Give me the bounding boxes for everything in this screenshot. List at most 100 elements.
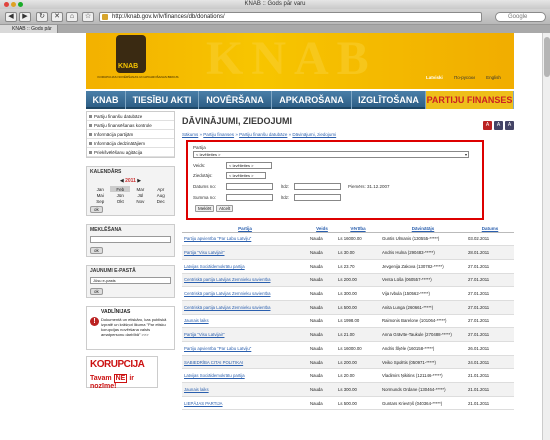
date-to-input[interactable] <box>294 183 341 190</box>
newsletter-ok-button[interactable]: ok <box>90 288 103 295</box>
type-cell: Nauda <box>308 382 336 397</box>
year-selector: ◀ 2011 ▶ <box>90 178 171 184</box>
month-cell[interactable]: Dec <box>151 198 171 204</box>
party-cell[interactable]: Jaunais laiks <box>182 314 308 329</box>
menu-apkarosana[interactable]: APKAROŠANA <box>272 91 352 109</box>
scrollbar[interactable] <box>542 33 550 440</box>
date-from-input[interactable] <box>226 183 273 190</box>
type-select[interactable]: < Izvēlieties > <box>226 162 272 169</box>
vadlinijas-text: Dokumentā un etiskāro, kas publiskā izpr… <box>101 317 167 337</box>
party-select[interactable]: < Izvēlieties > ▾ <box>193 151 469 158</box>
menu-partiju-finanses[interactable]: PARTIJU FINANSES <box>426 91 514 109</box>
value-cell: Ls 500.00 <box>336 300 380 315</box>
date-cell: 27.01.2011 <box>466 327 514 342</box>
reset-button[interactable]: Atcelt <box>216 205 234 212</box>
breadcrumb-item[interactable]: Dāvinājumi, ziedojumi <box>292 132 336 137</box>
minimize-icon[interactable] <box>11 2 16 7</box>
date-cell: 24.01.2011 <box>466 355 514 370</box>
lang-en[interactable]: English <box>486 75 501 80</box>
donor-cell: Andris Šķēle (160158-*****) <box>380 341 466 356</box>
browser-tab[interactable]: KNAB :: Gods pār varu <box>0 25 58 40</box>
title-bar: KNAB :: Gods pār varu <box>0 0 550 9</box>
vadlinijas-box[interactable]: ! VADLĪNIJAS Dokumentā un etiskāro, kas … <box>86 306 175 350</box>
reload-icon[interactable]: ↻ <box>36 12 48 22</box>
party-cell[interactable]: Centriskā partija Latvijas Zemnieku savi… <box>182 300 308 315</box>
stop-icon[interactable]: ✕ <box>51 12 63 22</box>
type-cell: Nauda <box>308 341 336 356</box>
site-logo[interactable]: KNAB KORUPCIJAS NOVĒRŠANAS UN APKAROŠANA… <box>90 35 186 83</box>
zoom-icon[interactable] <box>18 2 23 7</box>
font-large-button[interactable]: A <box>505 121 514 130</box>
forward-icon[interactable]: ▶ <box>19 12 31 22</box>
lang-lv[interactable]: Latviski <box>426 75 443 80</box>
type-cell: Nauda <box>308 368 336 384</box>
table-row: Jaunais laiks Nauda Ls 1998.00 Raimonis Bar… <box>182 314 514 329</box>
breadcrumb-item[interactable]: Partiju finanšu datubāze <box>239 132 287 137</box>
search-box: MEKLĒŠANA ok <box>86 224 175 257</box>
sidebar-item[interactable]: Partiju finansēšanas kontrole <box>87 121 174 130</box>
korupcija-banner[interactable]: KORUPCIJA Tavam NĒ ir nozīme! <box>86 356 158 390</box>
url-bar[interactable]: http://knab.gov.lv/lv/finances/db/donati… <box>99 12 482 22</box>
menu-knab[interactable]: KNAB <box>86 91 126 109</box>
party-cell[interactable]: Centriskā partija Latvijas Zemnieku savi… <box>182 273 308 288</box>
date-cell: 27.01.2011 <box>466 286 514 301</box>
party-cell[interactable]: Latvijas Sociāldemokrātu partija <box>182 368 308 384</box>
scrollbar-thumb[interactable] <box>544 37 550 77</box>
menu-noversana[interactable]: NOVĒRŠANA <box>199 91 272 109</box>
party-cell[interactable]: Partija "Visu Latvijai!" <box>182 245 308 260</box>
browser-window: KNAB :: Gods pār varu ◀ ▶ ↻ ✕ ⌂ ☆ http:/… <box>0 0 550 440</box>
site-search-input[interactable] <box>90 236 171 243</box>
sum-to-input[interactable] <box>294 194 341 201</box>
page-title: DĀVINĀJUMI, ZIEDOJUMI <box>182 116 293 126</box>
donor-cell: Anita Lunga (260661-*****) <box>380 300 466 315</box>
value-cell: Ls 300.00 <box>336 286 380 301</box>
font-medium-button[interactable]: A <box>494 121 503 130</box>
logo-subtitle: KORUPCIJAS NOVĒRŠANAS UN APKAROŠANAS BIR… <box>97 75 179 79</box>
search-button[interactable]: Meklēt <box>195 205 215 212</box>
sidebar-item[interactable]: Partiju finanšu datubāze <box>87 112 174 121</box>
breadcrumb-item[interactable]: Partiju finanses <box>203 132 234 137</box>
sidebar-item[interactable]: Informācija partijām <box>87 130 174 139</box>
page-viewport: KNAB KNAB KORUPCIJAS NOVĒRŠANAS UN APKAR… <box>0 33 550 440</box>
font-small-button[interactable]: A <box>483 121 492 130</box>
sum-to-label: līdz: <box>281 195 290 200</box>
month-cell[interactable]: Sep <box>90 198 110 204</box>
party-cell[interactable]: Centriskā partija Latvijas Zemnieku savi… <box>182 286 308 301</box>
sidebar-item[interactable]: Priekšvēlēšanu aģitācija <box>87 148 174 157</box>
menu-tiesibu-akti[interactable]: TIESĪBU AKTI <box>126 91 199 109</box>
month-cell[interactable]: Okt <box>110 198 130 204</box>
donor-select[interactable]: < Izvēlieties > <box>226 172 266 179</box>
month-cell[interactable]: Nov <box>130 198 150 204</box>
party-label: Partija <box>193 145 206 150</box>
party-cell[interactable]: SABIEDRĪBA CITAI POLITIKAI <box>182 355 308 370</box>
email-field[interactable]: Jūsu e-pasts <box>90 277 171 284</box>
sum-from-label: Summa no: <box>193 195 217 200</box>
menu-izglitosana[interactable]: IZGLĪTOŠANA <box>352 91 426 109</box>
calendar-ok-button[interactable]: ok <box>90 206 103 213</box>
bookmark-icon[interactable]: ☆ <box>82 12 94 22</box>
donor-cell: Veiko Spolītis (050971-*****) <box>380 355 466 370</box>
search-ok-button[interactable]: ok <box>90 247 103 254</box>
home-icon[interactable]: ⌂ <box>66 12 78 22</box>
table-row: SABIEDRĪBA CITAI POLITIKAI Nauda Ls 200.00… <box>182 355 514 370</box>
party-cell[interactable]: Latvijas Sociāldemokrātu partija <box>182 259 308 274</box>
lang-ru[interactable]: По-русски <box>454 75 475 80</box>
sidebar-item[interactable]: Informācija dedzinātājiem <box>87 139 174 148</box>
year-value: 2011 <box>125 178 136 184</box>
party-cell[interactable]: LIEPĀJAS PARTIJA <box>182 396 308 411</box>
party-cell[interactable]: Partiju apvienība "Par Labu Latviju" <box>182 232 308 247</box>
next-year-icon[interactable]: ▶ <box>136 178 141 184</box>
value-cell: Ls 16000.00 <box>336 232 380 247</box>
party-cell[interactable]: Partiju apvienība "Par Labu Latviju" <box>182 341 308 356</box>
sum-from-input[interactable] <box>226 194 273 201</box>
search-box-title: MEKLĒŠANA <box>90 227 122 233</box>
breadcrumb-item[interactable]: Sākums <box>182 132 198 137</box>
search-input[interactable]: Google <box>495 12 546 22</box>
party-cell[interactable]: Partija "Visu Latvijai!" <box>182 327 308 342</box>
calendar-title: KALENDĀRS <box>90 169 122 175</box>
back-icon[interactable]: ◀ <box>5 12 17 22</box>
value-cell: Ls 1998.00 <box>336 314 380 329</box>
party-cell[interactable]: Jaunais laiks <box>182 382 308 397</box>
close-icon[interactable] <box>4 2 9 7</box>
donor-cell: Normunds Ordane (130464-*****) <box>380 382 466 397</box>
